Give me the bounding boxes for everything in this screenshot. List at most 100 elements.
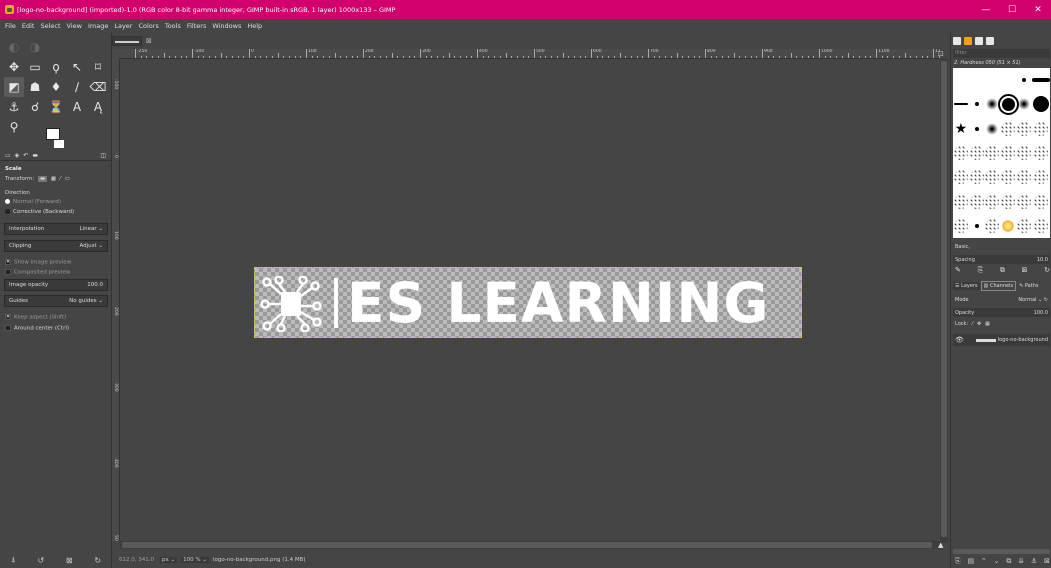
- delete-brush-icon[interactable]: ⊠: [1022, 266, 1028, 275]
- brush-filter-input[interactable]: filter: [953, 49, 1050, 58]
- menu-view[interactable]: View: [67, 22, 82, 30]
- delete-layer-icon[interactable]: ⊠: [1044, 557, 1050, 566]
- brush-item[interactable]: [986, 122, 999, 135]
- patterns-tab-icon[interactable]: [964, 37, 972, 45]
- dock-scrollbar[interactable]: [953, 549, 1050, 554]
- tool-options-tab-icon[interactable]: ▭: [5, 152, 11, 159]
- brush-item[interactable]: [986, 98, 999, 111]
- brush-item[interactable]: [985, 145, 1000, 160]
- direction-corrective[interactable]: Corrective (Backward): [0, 209, 112, 215]
- brush-item[interactable]: [969, 170, 984, 185]
- direction-normal[interactable]: Normal (Forward): [0, 199, 112, 205]
- radio-normal[interactable]: [5, 199, 10, 204]
- keep-aspect-check[interactable]: ✕ Keep aspect (Shift): [0, 314, 112, 321]
- menu-file[interactable]: File: [5, 22, 16, 30]
- brush-item[interactable]: [974, 223, 979, 228]
- composited-preview-check[interactable]: Composited preview: [0, 269, 112, 276]
- dodge-tool-icon[interactable]: ⏳: [46, 97, 66, 117]
- background-color[interactable]: [54, 140, 64, 148]
- save-options-icon[interactable]: ⍋: [11, 555, 16, 565]
- image-opacity-slider[interactable]: Image opacity 100.0: [4, 279, 108, 291]
- move-tool-icon[interactable]: ✥: [4, 57, 24, 77]
- layer-opacity-slider[interactable]: Opacity 100.0: [953, 308, 1050, 317]
- document-history-tab-icon[interactable]: [986, 37, 994, 45]
- brush-item[interactable]: [985, 194, 1000, 209]
- vertical-scroll-thumb[interactable]: [941, 61, 947, 537]
- clipping-select[interactable]: Clipping Adjust ⌄: [4, 240, 108, 252]
- lock-alpha-icon[interactable]: ▦: [985, 321, 990, 327]
- device-status-tab-icon[interactable]: ◈: [15, 152, 20, 159]
- lock-position-icon[interactable]: ✥: [977, 321, 981, 327]
- brush-item[interactable]: [1034, 121, 1048, 136]
- tab-layers[interactable]: ☰ Layers: [953, 282, 980, 290]
- brushes-tab-icon[interactable]: [953, 37, 961, 45]
- lasso-icon[interactable]: ϙ: [46, 57, 66, 77]
- brush-item[interactable]: [1017, 145, 1032, 160]
- tab-paths[interactable]: ✎ Paths: [1017, 282, 1040, 290]
- checkbox-checked[interactable]: ✕: [5, 259, 11, 265]
- horizontal-ruler[interactable]: -250 -100 0 100 200 300 400 500 600 700 800 900 1000…: [120, 49, 940, 59]
- transform-layer-icon[interactable]: ▬: [37, 176, 48, 182]
- spacing-slider[interactable]: Spacing 10.0: [953, 255, 1050, 264]
- transform-path-icon[interactable]: ⁄: [60, 176, 61, 182]
- edit-brush-icon[interactable]: ✎: [955, 266, 961, 275]
- scale-tool-icon[interactable]: ◩: [4, 77, 24, 97]
- brush-item[interactable]: [1034, 218, 1048, 233]
- path-tool-icon[interactable]: ↖: [67, 57, 87, 77]
- new-layer-group-icon[interactable]: ▤: [967, 557, 974, 566]
- brush-item[interactable]: [953, 170, 968, 185]
- layer-mode-select[interactable]: Mode Normal ⌄ ↻: [953, 295, 1050, 305]
- brush-item[interactable]: [1001, 194, 1016, 209]
- reset-mode-icon[interactable]: ↻: [1044, 297, 1048, 303]
- brush-item[interactable]: [985, 170, 1000, 185]
- lock-pixels-icon[interactable]: ⁄: [972, 321, 973, 327]
- images-tab-icon[interactable]: ▬: [32, 152, 38, 159]
- foreground-color[interactable]: [46, 128, 60, 140]
- vertical-scrollbar[interactable]: [940, 59, 948, 543]
- brush-item[interactable]: [969, 194, 984, 209]
- navigate-icon[interactable]: ▲: [938, 541, 943, 549]
- guides-select[interactable]: Guides No guides ⌄: [4, 295, 108, 307]
- undo-history-tab-icon[interactable]: ↶: [23, 152, 28, 159]
- brush-item[interactable]: [974, 126, 979, 131]
- zoom-lock-icon[interactable]: ⊡: [938, 50, 944, 58]
- menu-image[interactable]: Image: [88, 22, 108, 30]
- brush-item[interactable]: [1017, 170, 1032, 185]
- brush-item[interactable]: [1017, 194, 1032, 209]
- checkbox-checked[interactable]: ✕: [5, 314, 11, 320]
- brush-item[interactable]: [953, 218, 968, 233]
- brush-item[interactable]: [953, 103, 968, 106]
- brush-item[interactable]: [1001, 145, 1016, 160]
- menu-colors[interactable]: Colors: [138, 22, 158, 30]
- tab-channels[interactable]: ▥ Channels: [980, 281, 1017, 291]
- duplicate-layer-icon[interactable]: ⧉: [1006, 557, 1011, 566]
- maximize-button[interactable]: ☐: [999, 5, 1025, 15]
- clone-tool-icon[interactable]: ⚓: [4, 97, 24, 117]
- menu-tools[interactable]: Tools: [165, 22, 181, 30]
- image-tab-thumbnail[interactable]: [112, 36, 142, 46]
- menu-edit[interactable]: Edit: [22, 22, 35, 30]
- menu-filters[interactable]: Filters: [187, 22, 206, 30]
- transform-image-icon[interactable]: ▭: [65, 176, 70, 182]
- lower-layer-icon[interactable]: ⌄: [994, 557, 1000, 566]
- anchor-layer-icon[interactable]: ⚓: [1031, 557, 1037, 566]
- zoom-select[interactable]: 100 % ⌄: [181, 556, 209, 563]
- brush-item[interactable]: [1033, 96, 1049, 113]
- brush-grid[interactable]: ★: [953, 68, 1050, 238]
- zoom-tool-icon[interactable]: ⚲: [4, 117, 24, 137]
- menu-help[interactable]: Help: [247, 22, 262, 30]
- bucket-fill-icon[interactable]: ♦: [46, 77, 66, 97]
- visibility-eye-icon[interactable]: 👁: [955, 336, 964, 344]
- brush-item[interactable]: [985, 218, 1000, 233]
- brush-item[interactable]: [1017, 218, 1032, 233]
- fonts-tab-icon[interactable]: [975, 37, 983, 45]
- brush-item[interactable]: [1001, 121, 1016, 136]
- brush-item[interactable]: [1034, 170, 1048, 185]
- layer-item[interactable]: 👁 logo-no-background: [953, 334, 1050, 346]
- reset-options-icon[interactable]: ↻: [94, 556, 101, 565]
- eraser-icon[interactable]: ⌫: [88, 77, 108, 97]
- unit-select[interactable]: px ⌄: [160, 556, 178, 563]
- tab-menu-icon[interactable]: ◫: [100, 152, 106, 159]
- paintbrush-icon[interactable]: ∕: [67, 77, 87, 97]
- brush-item[interactable]: [974, 102, 979, 107]
